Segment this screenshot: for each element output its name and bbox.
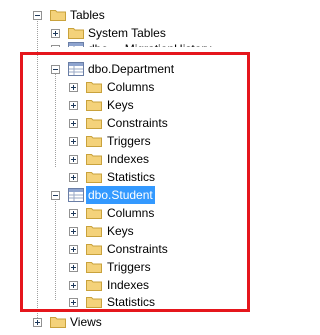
tree-node-department-triggers[interactable]: Triggers	[0, 132, 261, 150]
expand-toggle[interactable]	[69, 209, 78, 218]
tree-node-label: Statistics	[107, 295, 156, 309]
tree-node-label: Statistics	[107, 170, 156, 184]
tree-node-migration-history[interactable]: dbo.__MigrationHistory	[0, 40, 261, 56]
tree-node-department-statistics[interactable]: Statistics	[0, 168, 261, 186]
tree-node-student-triggers[interactable]: Triggers	[0, 258, 261, 276]
folder-icon	[86, 207, 102, 219]
expand-toggle[interactable]	[69, 298, 78, 307]
tree-node-label: dbo.Department	[88, 62, 175, 76]
tree-node-department-columns[interactable]: Columns	[0, 78, 261, 96]
tree-node-department-constraints[interactable]: Constraints	[0, 114, 261, 132]
tree-node-label: Indexes	[107, 152, 150, 166]
folder-icon	[86, 296, 102, 308]
folder-icon	[50, 316, 66, 328]
folder-icon	[86, 81, 102, 93]
folder-icon	[86, 243, 102, 255]
expand-toggle[interactable]	[51, 45, 60, 47]
expand-toggle[interactable]	[51, 29, 60, 38]
expand-toggle[interactable]	[69, 173, 78, 182]
expand-toggle[interactable]	[69, 263, 78, 272]
expand-toggle[interactable]	[69, 227, 78, 236]
expand-toggle[interactable]	[69, 119, 78, 128]
tree-node-student-constraints[interactable]: Constraints	[0, 240, 261, 258]
table-icon	[68, 62, 84, 76]
expand-toggle[interactable]	[69, 101, 78, 110]
folder-icon	[86, 117, 102, 129]
expand-toggle[interactable]	[69, 245, 78, 254]
folder-icon	[68, 27, 84, 39]
tree-node-system-tables[interactable]: System Tables	[0, 24, 261, 42]
tree-node-label: Columns	[107, 80, 155, 94]
expand-toggle[interactable]	[33, 318, 42, 327]
tree-node-tables[interactable]: Tables	[0, 6, 261, 24]
tree-node-label: Keys	[107, 224, 134, 238]
tree-node-label: Tables	[70, 8, 105, 22]
tree-node-label: System Tables	[88, 26, 166, 40]
expand-toggle[interactable]	[69, 83, 78, 92]
tree-node-student-statistics[interactable]: Statistics	[0, 293, 261, 311]
tree-node-student-keys[interactable]: Keys	[0, 222, 261, 240]
tree-node-label: Keys	[107, 98, 134, 112]
tree-node-label: Triggers	[107, 134, 151, 148]
collapse-toggle[interactable]	[51, 191, 60, 200]
tree-node-views[interactable]: Views	[0, 313, 261, 331]
expand-toggle[interactable]	[69, 281, 78, 290]
tree-node-label: Constraints	[107, 242, 168, 256]
tree-node-label-selected: dbo.Student	[86, 186, 155, 204]
tree-node-label: dbo.__MigrationHistory	[88, 42, 212, 56]
folder-icon	[86, 279, 102, 291]
table-icon	[68, 42, 84, 47]
table-icon	[68, 188, 84, 202]
tree-node-department-indexes[interactable]: Indexes	[0, 150, 261, 168]
tree-node-student-indexes[interactable]: Indexes	[0, 276, 261, 294]
collapse-toggle[interactable]	[33, 11, 42, 20]
expand-toggle[interactable]	[69, 155, 78, 164]
tree-node-student-columns[interactable]: Columns	[0, 204, 261, 222]
collapse-toggle[interactable]	[51, 65, 60, 74]
folder-icon	[86, 153, 102, 165]
folder-icon	[86, 171, 102, 183]
folder-icon	[86, 135, 102, 147]
tree-node-student[interactable]: dbo.Student	[0, 186, 261, 204]
tree-node-label: Triggers	[107, 260, 151, 274]
folder-icon	[86, 99, 102, 111]
tree-node-department-keys[interactable]: Keys	[0, 96, 261, 114]
tree-node-department[interactable]: dbo.Department	[0, 60, 261, 78]
expand-toggle[interactable]	[69, 137, 78, 146]
folder-icon	[86, 225, 102, 237]
tree-node-label: Constraints	[107, 116, 168, 130]
tree-node-label: Columns	[107, 206, 155, 220]
folder-icon	[50, 9, 66, 21]
tree-node-label: Views	[70, 315, 102, 329]
folder-icon	[86, 261, 102, 273]
tree-node-label: Indexes	[107, 278, 150, 292]
